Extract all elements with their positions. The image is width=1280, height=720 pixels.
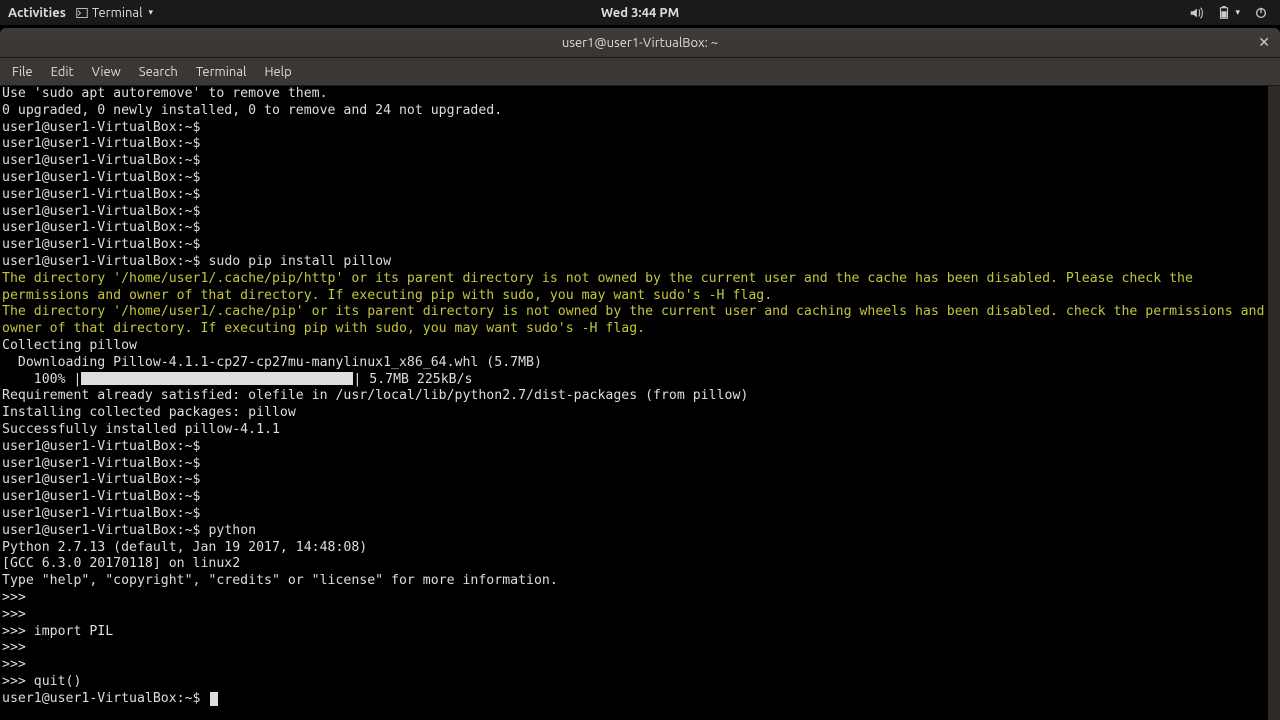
shell-prompt: user1@user1-VirtualBox:~$	[2, 254, 208, 269]
shell-prompt: user1@user1-VirtualBox:~$	[2, 506, 208, 521]
menu-help[interactable]: Help	[264, 65, 291, 79]
python-banner: Python 2.7.13 (default, Jan 19 2017, 14:…	[2, 540, 375, 555]
term-line: 0 upgraded, 0 newly installed, 0 to remo…	[2, 103, 502, 118]
term-line: Requirement already satisfied: olefile i…	[2, 388, 748, 403]
power-icon[interactable]	[1254, 6, 1268, 20]
shell-prompt: user1@user1-VirtualBox:~$	[2, 523, 208, 538]
clock[interactable]: Wed 3:44 PM	[601, 6, 679, 20]
scrollbar[interactable]	[1268, 86, 1280, 720]
shell-prompt: user1@user1-VirtualBox:~$	[2, 472, 208, 487]
python-prompt: >>>	[2, 590, 34, 605]
window-title: user1@user1-VirtualBox: ~	[562, 36, 718, 50]
shell-prompt: user1@user1-VirtualBox:~$	[2, 204, 208, 219]
gnome-top-panel: Activities Terminal ▾ Wed 3:44 PM ▾	[0, 0, 1280, 25]
progress-rate: | 5.7MB 225kB/s	[353, 372, 472, 387]
menubar: File Edit View Search Terminal Help	[0, 58, 1280, 86]
shell-prompt: user1@user1-VirtualBox:~$	[2, 187, 208, 202]
shell-prompt: user1@user1-VirtualBox:~$	[2, 489, 208, 504]
term-line: Installing collected packages: pillow	[2, 405, 296, 420]
shell-prompt: user1@user1-VirtualBox:~$	[2, 691, 208, 706]
cursor	[210, 692, 218, 706]
python-banner: Type "help", "copyright", "credits" or "…	[2, 573, 558, 588]
shell-prompt: user1@user1-VirtualBox:~$	[2, 439, 208, 454]
typed-command: python	[208, 523, 256, 538]
term-line: Collecting pillow	[2, 338, 137, 353]
python-prompt: >>>	[2, 640, 34, 655]
shell-prompt: user1@user1-VirtualBox:~$	[2, 153, 208, 168]
chevron-down-icon: ▾	[149, 7, 154, 18]
python-prompt: >>>	[2, 607, 34, 622]
shell-prompt: user1@user1-VirtualBox:~$	[2, 237, 208, 252]
menu-view[interactable]: View	[92, 65, 121, 79]
app-menu[interactable]: Terminal ▾	[76, 6, 153, 20]
shell-prompt: user1@user1-VirtualBox:~$	[2, 170, 208, 185]
pip-warning: The directory '/home/user1/.cache/pip/ht…	[2, 271, 1266, 305]
menu-terminal[interactable]: Terminal	[196, 65, 247, 79]
shell-prompt: user1@user1-VirtualBox:~$	[2, 120, 208, 135]
typed-command: quit()	[34, 674, 82, 689]
app-menu-label: Terminal	[92, 6, 143, 20]
python-prompt: >>>	[2, 674, 34, 689]
activities-button[interactable]: Activities	[8, 6, 66, 20]
terminal-window: user1@user1-VirtualBox: ~ ✕ File Edit Vi…	[0, 28, 1280, 720]
volume-icon[interactable]	[1189, 6, 1203, 20]
python-banner: [GCC 6.3.0 20170118] on linux2	[2, 556, 240, 571]
term-line: Use 'sudo apt autoremove' to remove them…	[2, 86, 328, 101]
close-icon[interactable]: ✕	[1258, 34, 1270, 51]
menu-search[interactable]: Search	[139, 65, 178, 79]
pip-warning: The directory '/home/user1/.cache/pip' o…	[2, 304, 1266, 338]
shell-prompt: user1@user1-VirtualBox:~$	[2, 220, 208, 235]
battery-icon[interactable]: ▾	[1217, 6, 1240, 20]
python-prompt: >>>	[2, 624, 34, 639]
menu-edit[interactable]: Edit	[51, 65, 74, 79]
terminal-output[interactable]: Use 'sudo apt autoremove' to remove them…	[0, 86, 1280, 720]
shell-prompt: user1@user1-VirtualBox:~$	[2, 136, 208, 151]
typed-command: sudo pip install pillow	[208, 254, 391, 269]
term-line: Downloading Pillow-4.1.1-cp27-cp27mu-man…	[2, 355, 542, 370]
menu-file[interactable]: File	[12, 65, 33, 79]
python-prompt: >>>	[2, 657, 34, 672]
progress-bar	[81, 372, 353, 385]
term-line: Successfully installed pillow-4.1.1	[2, 422, 280, 437]
progress-percent: 100% |	[2, 372, 81, 387]
terminal-icon	[76, 7, 88, 19]
shell-prompt: user1@user1-VirtualBox:~$	[2, 456, 208, 471]
typed-command: import PIL	[34, 624, 113, 639]
window-titlebar[interactable]: user1@user1-VirtualBox: ~ ✕	[0, 28, 1280, 58]
